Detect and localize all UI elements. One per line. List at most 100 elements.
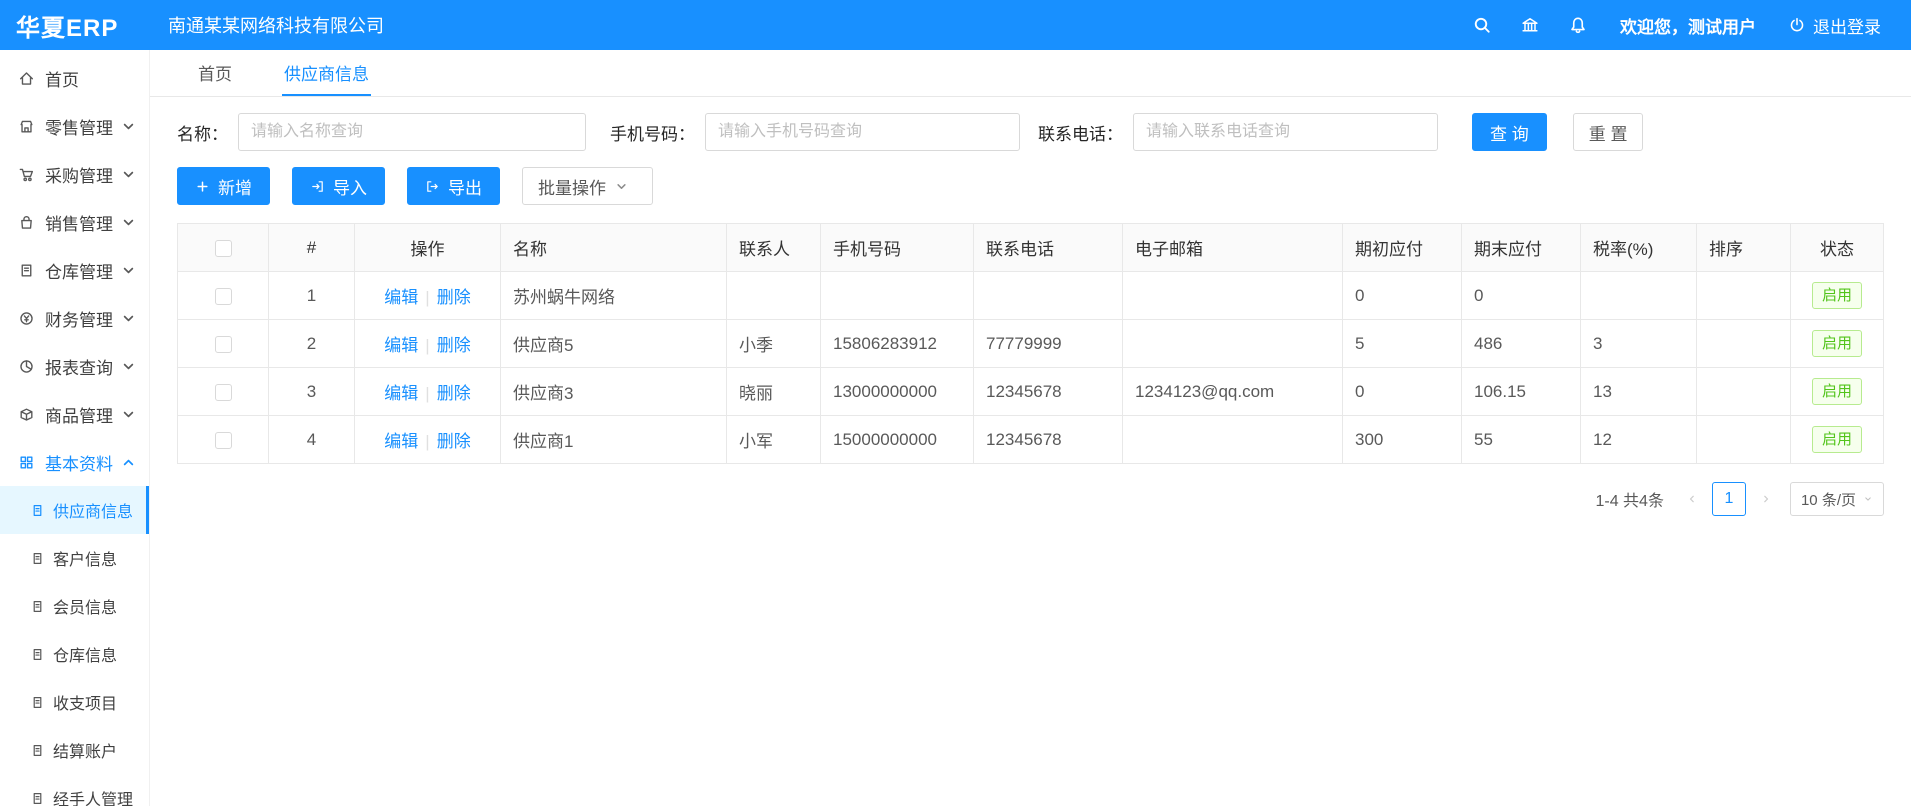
doc-icon [30, 503, 45, 518]
company-name: 南通某某网络科技有限公司 [168, 12, 384, 38]
cell-phone: 13000000000 [821, 368, 974, 416]
cell-sort [1697, 320, 1791, 368]
edit-link[interactable]: 编辑 [384, 336, 418, 355]
edit-link[interactable]: 编辑 [384, 384, 418, 403]
sidebar-item-finance[interactable]: 财务管理 [0, 294, 149, 342]
sidebar-item-income-expense[interactable]: 收支项目 [0, 678, 149, 726]
filter-bar: 名称： 手机号码： 联系电话： 查 询 重 置 [177, 113, 1884, 151]
cell-end-payable: 0 [1462, 272, 1581, 320]
cell-end-payable: 55 [1462, 416, 1581, 464]
sidebar-item-sales[interactable]: 销售管理 [0, 198, 149, 246]
search-button[interactable]: 查 询 [1472, 113, 1547, 151]
status-badge: 启用 [1812, 330, 1862, 358]
cell-sort [1697, 416, 1791, 464]
phone-filter-label: 手机号码： [610, 120, 695, 145]
name-filter-input[interactable] [238, 113, 586, 151]
bank-icon[interactable] [1520, 15, 1540, 35]
logout-label: 退出登录 [1813, 13, 1881, 38]
grid-icon [18, 454, 35, 471]
cell-init-payable: 0 [1343, 368, 1462, 416]
prev-page-button[interactable] [1678, 484, 1706, 514]
tab-supplier-info[interactable]: 供应商信息 [282, 50, 371, 96]
sidebar-item-warehouse[interactable]: 仓库管理 [0, 246, 149, 294]
cell-end-payable: 106.15 [1462, 368, 1581, 416]
app-logo: 华夏ERP [0, 8, 150, 43]
cell-email [1123, 272, 1343, 320]
cell-tel: 12345678 [974, 368, 1123, 416]
select-all-checkbox[interactable] [215, 240, 232, 257]
sidebar-item-warehouse-info[interactable]: 仓库信息 [0, 630, 149, 678]
chevron-up-icon [120, 454, 137, 471]
sidebar-item-home[interactable]: 首页 [0, 54, 149, 102]
col-phone: 手机号码 [821, 224, 974, 272]
doc-icon [30, 647, 45, 662]
col-email: 电子邮箱 [1123, 224, 1343, 272]
pie-chart-icon [18, 358, 35, 375]
chevron-left-icon [1686, 493, 1698, 505]
sidebar-item-goods[interactable]: 商品管理 [0, 390, 149, 438]
row-checkbox[interactable] [215, 288, 232, 305]
phone-filter-input[interactable] [705, 113, 1020, 151]
row-checkbox[interactable] [215, 336, 232, 353]
tel-filter-input[interactable] [1133, 113, 1438, 151]
col-index: # [269, 224, 355, 272]
cell-name: 供应商1 [501, 416, 727, 464]
add-button[interactable]: 新增 [177, 167, 270, 205]
cell-email [1123, 416, 1343, 464]
header-actions: 欢迎您，测试用户 退出登录 [1444, 13, 1911, 38]
page-number-button[interactable]: 1 [1712, 482, 1746, 516]
sidebar-item-member-info[interactable]: 会员信息 [0, 582, 149, 630]
delete-link[interactable]: 删除 [437, 288, 471, 307]
import-icon [310, 179, 325, 194]
col-tel: 联系电话 [974, 224, 1123, 272]
table-row: 4 编辑|删除 供应商1 小军 15000000000 12345678 300… [178, 416, 1884, 464]
sidebar-item-supplier-info[interactable]: 供应商信息 [0, 486, 149, 534]
page-size-select[interactable]: 10 条/页 [1790, 482, 1884, 516]
row-checkbox[interactable] [215, 384, 232, 401]
search-icon[interactable] [1472, 15, 1492, 35]
delete-link[interactable]: 删除 [437, 432, 471, 451]
doc-icon [30, 599, 45, 614]
shop-icon [18, 118, 35, 135]
row-checkbox[interactable] [215, 432, 232, 449]
delete-link[interactable]: 删除 [437, 384, 471, 403]
export-button[interactable]: 导出 [407, 167, 500, 205]
chevron-down-icon [1863, 494, 1873, 504]
page-content: 名称： 手机号码： 联系电话： 查 询 重 置 新增 导入 [150, 97, 1911, 806]
batch-actions-dropdown[interactable]: 批量操作 [522, 167, 653, 205]
chevron-down-icon [120, 262, 137, 279]
cell-init-payable: 5 [1343, 320, 1462, 368]
sidebar-item-settlement-account[interactable]: 结算账户 [0, 726, 149, 774]
next-page-button[interactable] [1752, 484, 1780, 514]
bell-icon[interactable] [1568, 15, 1588, 35]
table-header-row: # 操作 名称 联系人 手机号码 联系电话 电子邮箱 期初应付 期末应付 税率(… [178, 224, 1884, 272]
chevron-down-icon [614, 179, 629, 194]
cell-name: 供应商5 [501, 320, 727, 368]
cell-phone: 15000000000 [821, 416, 974, 464]
cell-contact: 小季 [727, 320, 821, 368]
sidebar-item-basic-data[interactable]: 基本资料 [0, 438, 149, 486]
sidebar-item-reports[interactable]: 报表查询 [0, 342, 149, 390]
col-sort: 排序 [1697, 224, 1791, 272]
col-name: 名称 [501, 224, 727, 272]
cell-contact: 小军 [727, 416, 821, 464]
chevron-down-icon [120, 166, 137, 183]
chevron-right-icon [1760, 493, 1772, 505]
sidebar-item-purchase[interactable]: 采购管理 [0, 150, 149, 198]
col-tax-rate: 税率(%) [1581, 224, 1697, 272]
sidebar-item-retail[interactable]: 零售管理 [0, 102, 149, 150]
logout-button[interactable]: 退出登录 [1788, 13, 1881, 38]
edit-link[interactable]: 编辑 [384, 432, 418, 451]
table-row: 1 编辑|删除 苏州蜗牛网络 0 0 启用 [178, 272, 1884, 320]
reset-button[interactable]: 重 置 [1573, 113, 1644, 151]
sidebar-item-handler-management[interactable]: 经手人管理 [0, 774, 149, 806]
divider: | [425, 432, 429, 451]
doc-icon [30, 695, 45, 710]
edit-link[interactable]: 编辑 [384, 288, 418, 307]
delete-link[interactable]: 删除 [437, 336, 471, 355]
tab-home[interactable]: 首页 [196, 50, 234, 96]
cell-tax-rate [1581, 272, 1697, 320]
import-button[interactable]: 导入 [292, 167, 385, 205]
name-filter-label: 名称： [177, 120, 228, 145]
sidebar-item-customer-info[interactable]: 客户信息 [0, 534, 149, 582]
